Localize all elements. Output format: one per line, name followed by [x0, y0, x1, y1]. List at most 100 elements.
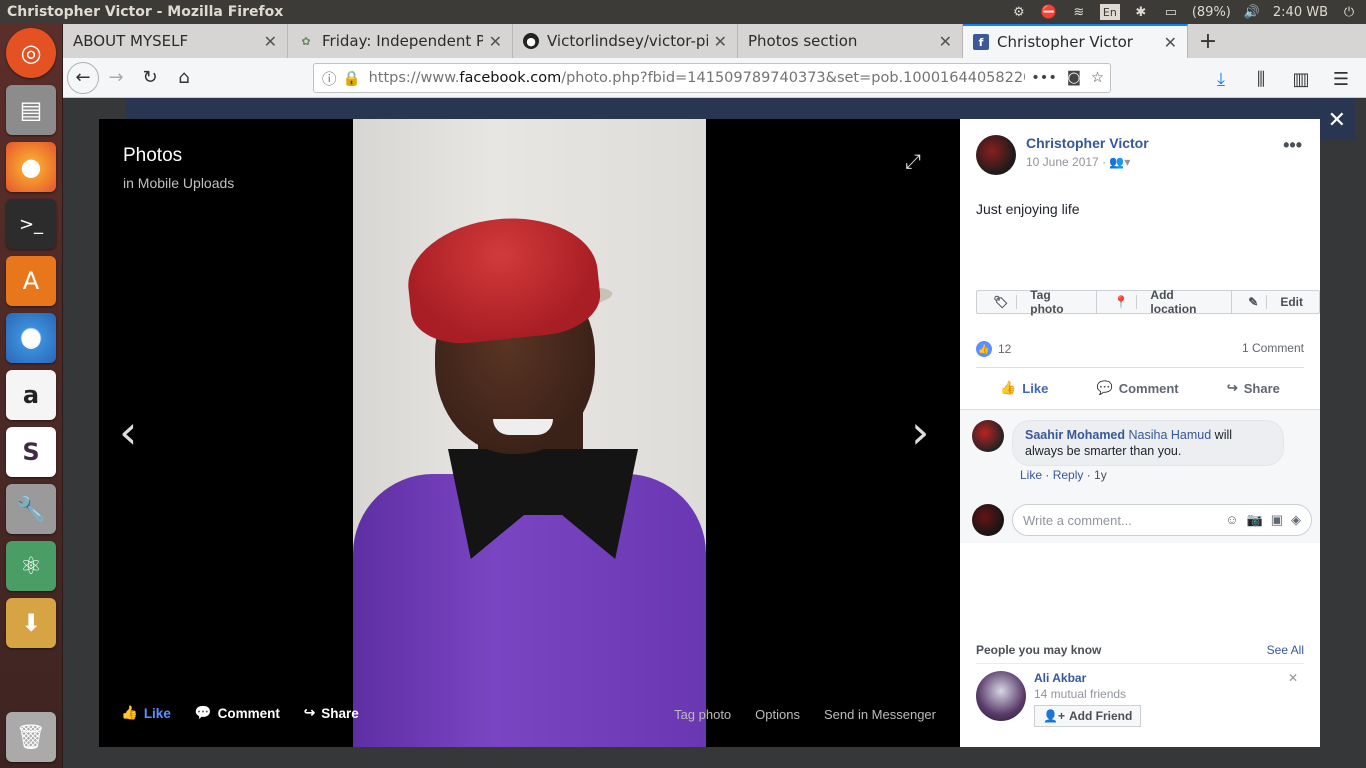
like-count[interactable]: 👍 12 [976, 341, 1011, 357]
edit-button[interactable]: ✎ Edit [1232, 291, 1319, 313]
do-not-disturb-icon[interactable]: ⛔ [1040, 4, 1058, 20]
forward-button[interactable]: → [99, 62, 133, 94]
close-icon[interactable]: ✕ [1164, 33, 1177, 52]
viewer-share-button[interactable]: ↪ Share [304, 705, 359, 721]
close-viewer-icon[interactable]: ✕ [1328, 108, 1346, 133]
previous-photo-icon[interactable]: ‹ [119, 409, 137, 455]
viewer-comment-label: Comment [217, 705, 280, 721]
add-friend-button[interactable]: 👤+ Add Friend [1034, 705, 1142, 727]
close-icon[interactable]: ✕ [264, 32, 277, 51]
post-date[interactable]: 10 June 2017 · [1026, 155, 1106, 169]
tab-christopher-victor[interactable]: f Christopher Victor ✕ [963, 24, 1188, 58]
see-all-link[interactable]: See All [1267, 643, 1304, 657]
viewer-tag-photo-link[interactable]: Tag photo [674, 707, 731, 722]
amazon-icon[interactable]: a [6, 370, 56, 420]
tab-photos-section[interactable]: Photos section ✕ [738, 24, 963, 58]
dismiss-suggestion-icon[interactable]: ✕ [1288, 671, 1298, 685]
comment-meta: Like · Reply · 1y [1020, 468, 1107, 482]
sidebar-icon[interactable]: ▥ [1284, 63, 1318, 95]
people-you-may-know-header: People you may know See All [976, 643, 1304, 664]
next-photo-icon[interactable]: › [911, 409, 929, 455]
like-button[interactable]: 👍 Like [1000, 380, 1048, 396]
terminal-icon[interactable]: >_ [6, 199, 56, 249]
url-bar[interactable]: ⓘ 🔒 https://www. facebook.com/photo.php?f… [313, 63, 1111, 93]
tab-about-myself[interactable]: ABOUT MYSELF ✕ [63, 24, 288, 58]
gif-icon[interactable]: ▣ [1271, 512, 1283, 528]
add-location-button[interactable]: 📍 Add location [1097, 288, 1233, 316]
chromium-icon[interactable]: ○ [6, 313, 56, 363]
close-icon[interactable]: ✕ [939, 32, 952, 51]
files-icon[interactable]: ▤ [6, 85, 56, 135]
pocket-icon[interactable]: ◙ [1067, 70, 1081, 86]
downloads-icon[interactable]: ⤓ [1204, 63, 1238, 95]
toolbar-right: ⤓ ⫼ ▥ ☰ [1204, 63, 1358, 95]
tag-photo-button[interactable]: 🏷 Tag photo [977, 288, 1098, 316]
keyboard-language-indicator[interactable]: En [1099, 4, 1120, 20]
audience-friends-icon[interactable]: 👥▾ [1109, 155, 1130, 169]
firefox-icon[interactable]: ● [6, 142, 56, 192]
wifi-icon[interactable]: ≋ [1070, 4, 1088, 20]
viewer-subtitle[interactable]: in Mobile Uploads [123, 175, 234, 191]
viewer-comment-button[interactable]: 💬 Comment [195, 705, 280, 721]
tagged-person[interactable]: Nasiha Hamud [1129, 428, 1212, 442]
clock[interactable]: 2:40 WB [1273, 5, 1328, 20]
close-icon[interactable]: ✕ [489, 32, 502, 51]
camera-icon[interactable]: 📷 [1247, 512, 1263, 528]
suggestion-name[interactable]: Ali Akbar [1034, 671, 1141, 685]
suggestion-avatar[interactable] [976, 671, 1026, 721]
reload-button[interactable]: ↻ [133, 62, 167, 94]
emoji-icon[interactable]: ☺ [1225, 512, 1238, 528]
battery-icon[interactable]: ▭ [1162, 4, 1180, 20]
mutual-friends[interactable]: 14 mutual friends [1034, 687, 1141, 701]
menu-icon[interactable]: ☰ [1324, 63, 1358, 95]
bookmark-star-icon[interactable]: ☆ [1091, 70, 1104, 86]
tag-photo-label: Tag photo [1030, 288, 1064, 316]
info-icon[interactable]: ⓘ [322, 68, 337, 89]
seedling-icon: ✿ [301, 34, 311, 48]
power-icon[interactable]: ⏻ [1340, 4, 1358, 20]
back-button[interactable]: ← [67, 61, 99, 94]
viewer-like-button[interactable]: 👍 Like [121, 705, 171, 721]
page-viewport: Photos in Mobile Uploads ⤢ ‹ › 👍 Like 💬 Co… [63, 98, 1366, 768]
system-settings-icon[interactable]: 🔧 [6, 484, 56, 534]
settings-gear-icon[interactable]: ⚙ [1010, 4, 1028, 20]
write-comment-input[interactable]: Write a comment... ☺ 📷 ▣ ◈ [1012, 504, 1312, 536]
share-button[interactable]: ↪ Share [1227, 380, 1280, 396]
software-center-icon[interactable]: A [6, 256, 56, 306]
post-options-icon[interactable]: ••• [1283, 135, 1302, 156]
comment-reply-link[interactable]: Reply [1053, 468, 1084, 482]
author-name[interactable]: Christopher Victor [1026, 135, 1149, 151]
viewer-send-messenger-link[interactable]: Send in Messenger [824, 707, 936, 722]
download-installer-icon[interactable]: ⬇ [6, 598, 56, 648]
comment-button[interactable]: 💬 Comment [1097, 380, 1179, 396]
library-icon[interactable]: ⫼ [1244, 63, 1278, 95]
sticker-icon[interactable]: ◈ [1291, 512, 1301, 528]
commenter-name[interactable]: Saahir Mohamed [1025, 428, 1125, 442]
tab-label: ABOUT MYSELF [73, 32, 189, 50]
atom-icon[interactable]: ⚛ [6, 541, 56, 591]
bluetooth-icon[interactable]: ✱ [1132, 4, 1150, 20]
home-button[interactable]: ⌂ [167, 62, 201, 94]
comment-count[interactable]: 1 Comment [1242, 341, 1304, 357]
tab-github[interactable]: ● Victorlindsey/victor-pig ✕ [513, 24, 738, 58]
trash-icon[interactable]: 🗑 [6, 712, 56, 762]
page-actions-icon[interactable]: ••• [1031, 70, 1057, 86]
tab-friday[interactable]: ✿ Friday: Independent Pro ✕ [288, 24, 513, 58]
post-sidebar: Christopher Victor 10 June 2017 · 👥▾ •••… [960, 119, 1320, 747]
new-tab-button[interactable]: + [1188, 24, 1228, 58]
url-actions: ••• ◙ ☆ [1025, 70, 1104, 86]
pencil-icon: ✎ [1240, 295, 1268, 309]
commenter-avatar[interactable] [972, 420, 1004, 452]
tag-icon: 🏷 [985, 295, 1018, 309]
slack-icon[interactable]: S [6, 427, 56, 477]
photo[interactable] [353, 119, 706, 747]
viewer-options-link[interactable]: Options [755, 707, 800, 722]
fullscreen-expand-icon[interactable]: ⤢ [905, 149, 929, 173]
author-avatar[interactable] [976, 135, 1016, 175]
close-icon[interactable]: ✕ [714, 32, 727, 51]
ubuntu-dash-icon[interactable]: ◎ [6, 28, 56, 78]
comment-age[interactable]: 1y [1094, 468, 1107, 482]
volume-icon[interactable]: 🔊 [1243, 4, 1261, 20]
write-comment-placeholder: Write a comment... [1023, 512, 1132, 528]
comment-like-link[interactable]: Like [1020, 468, 1042, 482]
